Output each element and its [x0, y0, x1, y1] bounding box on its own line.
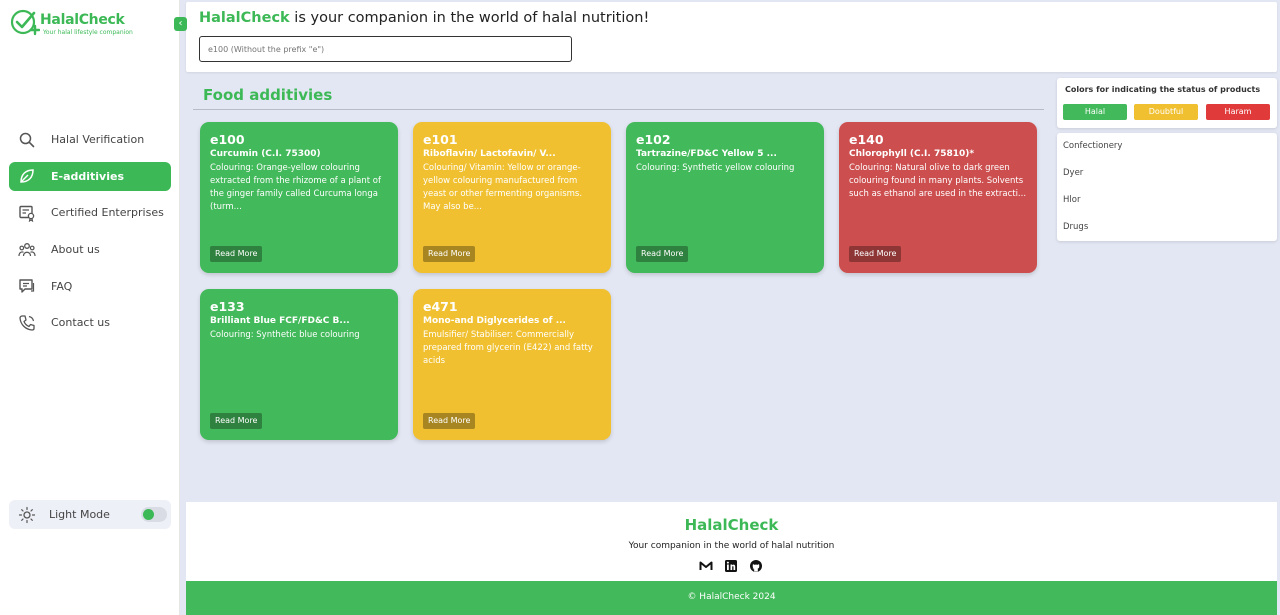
sidebar-item-halal-verification[interactable]: Halal Verification: [9, 125, 171, 154]
title-text: is your companion in the world of halal …: [289, 10, 650, 26]
status-legend: Colors for indicating the status of prod…: [1057, 78, 1277, 128]
additive-code: e101: [423, 132, 458, 147]
read-more-button[interactable]: Read More: [849, 246, 902, 262]
sidebar-nav: Halal Verification E-additivies Certifie…: [9, 125, 171, 345]
sidebar-item-about-us[interactable]: About us: [9, 235, 171, 264]
additive-code: e100: [210, 132, 245, 147]
additive-description: Colouring/ Vitamin: Yellow or orange-yel…: [423, 163, 583, 212]
additive-description: Colouring: Synthetic yellow colouring: [636, 163, 795, 173]
additive-name: Chlorophyll (C.I. 75810)*: [849, 149, 975, 159]
footer: HalalCheck Your companion in the world o…: [186, 502, 1277, 581]
sidebar-item-e-additives[interactable]: E-additivies: [9, 161, 171, 191]
page-title: HalalCheck is your companion in the worl…: [199, 10, 649, 26]
additive-code: e102: [636, 132, 671, 147]
theme-toggle[interactable]: [141, 507, 167, 522]
category-list: Confectionery Dyer Hlor Drugs: [1057, 133, 1277, 241]
sun-icon: [18, 506, 36, 523]
users-icon: [18, 242, 36, 256]
collapse-sidebar-button[interactable]: ‹: [174, 17, 187, 31]
category-item-confectionery[interactable]: Confectionery: [1057, 133, 1277, 160]
leaf-icon: [20, 169, 34, 183]
sidebar-item-contact-us[interactable]: Contact us: [9, 308, 171, 337]
additive-code: e471: [423, 299, 458, 314]
search-icon: [19, 132, 35, 147]
message-icon: [19, 279, 35, 293]
additive-card[interactable]: e102 Tartrazine/FD&C Yellow 5 ... Colour…: [626, 122, 824, 273]
category-item-drugs[interactable]: Drugs: [1057, 214, 1277, 241]
page-header: HalalCheck is your companion in the worl…: [186, 2, 1277, 72]
additive-card[interactable]: e100 Curcumin (C.I. 75300) Colouring: Or…: [200, 122, 398, 273]
sidebar: HalalCheck Your halal lifestyle companio…: [0, 0, 180, 615]
sidebar-item-certified-enterprises[interactable]: Certified Enterprises: [9, 198, 171, 227]
legend-title: Colors for indicating the status of prod…: [1065, 85, 1261, 94]
copyright-bar: © HalalCheck 2024: [186, 581, 1277, 615]
check-plus-icon: [10, 9, 40, 36]
sidebar-item-label: Halal Verification: [51, 133, 145, 146]
additive-name: Brilliant Blue FCF/FD&C B...: [210, 316, 350, 326]
phone-icon: [19, 315, 35, 331]
chevron-left-icon: ‹: [178, 18, 183, 29]
legend-halal: Halal: [1063, 104, 1127, 120]
title-brand: HalalCheck: [199, 10, 290, 26]
footer-tagline: Your companion in the world of halal nut…: [628, 541, 835, 551]
additive-card[interactable]: e471 Mono-and Diglycerides of ... Emulsi…: [413, 289, 611, 440]
logo[interactable]: HalalCheck Your halal lifestyle companio…: [10, 8, 160, 40]
read-more-button[interactable]: Read More: [636, 246, 689, 262]
toggle-knob: [143, 509, 154, 520]
additive-name: Riboflavin/ Lactofavin/ V...: [423, 149, 556, 159]
sidebar-item-label: About us: [51, 243, 100, 257]
legend-haram: Haram: [1206, 104, 1270, 120]
additive-description: Emulsifier/ Stabiliser: Commercially pre…: [423, 330, 593, 366]
additive-card[interactable]: e101 Riboflavin/ Lactofavin/ V... Colour…: [413, 122, 611, 273]
read-more-button[interactable]: Read More: [210, 246, 263, 262]
additive-code: e133: [210, 299, 245, 314]
additive-name: Curcumin (C.I. 75300): [210, 149, 321, 159]
sidebar-item-label: Contact us: [51, 316, 110, 330]
sidebar-item-label: E-additivies: [51, 169, 124, 183]
legend-doubtful: Doubtful: [1134, 104, 1198, 120]
sidebar-item-label: Certified Enterprises: [51, 206, 164, 220]
search-input[interactable]: [199, 36, 572, 62]
github-icon[interactable]: [749, 558, 763, 572]
sidebar-item-label: FAQ: [51, 279, 73, 293]
additive-name: Mono-and Diglycerides of ...: [423, 316, 566, 326]
additive-card[interactable]: e133 Brilliant Blue FCF/FD&C B... Colour…: [200, 289, 398, 440]
sidebar-item-faq[interactable]: FAQ: [9, 272, 171, 301]
footer-brand: HalalCheck: [684, 516, 779, 534]
social-links: [697, 558, 767, 572]
brand-tagline: Your halal lifestyle companion: [43, 29, 133, 36]
brand-name: HalalCheck: [40, 12, 125, 28]
additive-description: Colouring: Natural olive to dark green c…: [849, 163, 1027, 199]
additive-description: Colouring: Orange-yellow colouring extra…: [210, 163, 381, 212]
read-more-button[interactable]: Read More: [423, 246, 476, 262]
category-item-dyer[interactable]: Dyer: [1057, 160, 1277, 187]
additive-code: e140: [849, 132, 884, 147]
category-item-hlor[interactable]: Hlor: [1057, 187, 1277, 214]
theme-mode-label: Light Mode: [49, 508, 110, 521]
theme-mode-switch[interactable]: Light Mode: [9, 500, 171, 529]
additive-card[interactable]: e140 Chlorophyll (C.I. 75810)* Colouring…: [839, 122, 1037, 273]
additive-name: Tartrazine/FD&C Yellow 5 ...: [636, 149, 777, 159]
linkedin-icon[interactable]: [724, 558, 738, 572]
read-more-button[interactable]: Read More: [423, 413, 476, 429]
section-title: Food additivies: [203, 86, 333, 104]
additive-description: Colouring: Synthetic blue colouring: [210, 330, 360, 340]
read-more-button[interactable]: Read More: [210, 413, 263, 429]
section-divider: [193, 109, 1044, 110]
gmail-icon[interactable]: [699, 558, 713, 572]
certificate-icon: [19, 205, 35, 222]
